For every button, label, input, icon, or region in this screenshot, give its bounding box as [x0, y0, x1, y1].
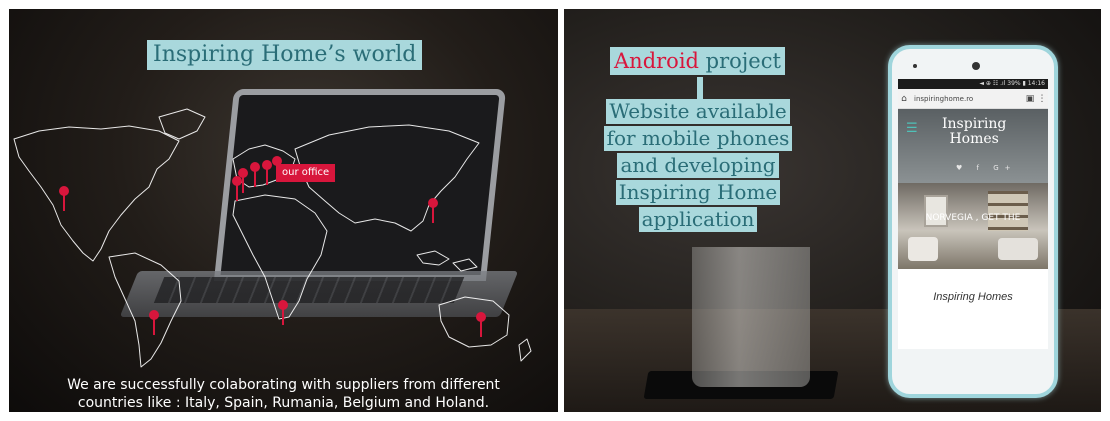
map-pin-europe-3: [250, 162, 260, 187]
north-america-outline: [13, 125, 180, 262]
home-icon[interactable]: ⌂: [898, 94, 910, 104]
hamburger-menu-icon[interactable]: ☰: [906, 121, 918, 136]
phone-screen: ◄ ⊕ ☷ .ıl 39% ▮ 14:16 ⌂ inspiringhome.ro…: [898, 79, 1048, 349]
room-chair: [908, 237, 938, 261]
south-america-outline: [108, 252, 182, 368]
tabs-icon[interactable]: ▣: [1024, 94, 1036, 104]
status-bar: ◄ ⊕ ☷ .ıl 39% ▮ 14:16: [898, 79, 1048, 89]
description-line-5: application: [638, 207, 758, 232]
logo-line-2: Homes: [949, 131, 999, 147]
caption-line-2: countries like : Italy, Spain, Rumania, …: [77, 395, 490, 411]
world-title: Inspiring Home’s world: [147, 40, 423, 70]
front-camera: [972, 62, 980, 70]
site-header: ☰ Inspiring Homes ♥ f G+: [898, 109, 1048, 183]
menu-dots-icon[interactable]: ⋮: [1036, 94, 1048, 104]
logo-line-1: Inspiring: [942, 116, 1007, 132]
map-pin-europe-2: [238, 168, 248, 193]
map-pin-asia: [428, 198, 438, 223]
browser-url-bar[interactable]: ⌂ inspiringhome.ro ▣ ⋮: [898, 89, 1048, 109]
islands-outline: [416, 250, 478, 272]
hero-text: NORVEGIA , GET THE: [925, 213, 1021, 223]
android-project-title: Android project: [610, 47, 785, 75]
sensor-dot: [913, 64, 917, 68]
map-pin-australia: [476, 312, 486, 337]
new-zealand-outline: [518, 338, 532, 362]
description-line-4: Inspiring Home: [615, 180, 781, 205]
android-word: Android: [614, 49, 699, 73]
australia-outline: [438, 296, 510, 348]
hero-banner[interactable]: NORVEGIA , GET THE: [898, 183, 1048, 269]
site-logo[interactable]: Inspiring Homes: [942, 117, 1006, 147]
phone-mockup: ◄ ⊕ ☷ .ıl 39% ▮ 14:16 ⌂ inspiringhome.ro…: [888, 45, 1058, 398]
world-panel: our office Inspiring Home’s world We are…: [9, 9, 558, 412]
coffee-cup: [692, 247, 810, 387]
caption-line-1: We are successfully colaborating with su…: [67, 377, 500, 393]
room-sofa: [998, 238, 1038, 260]
title-connector: [697, 77, 703, 99]
description-line-2: for mobile phones: [603, 126, 793, 151]
android-panel: Android project Website available for mo…: [564, 9, 1101, 412]
project-word: project: [698, 49, 781, 73]
url-text[interactable]: inspiringhome.ro: [910, 95, 1024, 103]
footer-brand: Inspiring Homes: [933, 291, 1013, 303]
map-pin-north-america: [59, 186, 69, 211]
suppliers-caption: We are successfully colaborating with su…: [9, 376, 558, 412]
description-line-3: and developing: [617, 153, 779, 178]
project-description: Website available for mobile phones and …: [598, 98, 798, 233]
map-pin-africa: [278, 300, 288, 325]
office-badge: our office: [276, 164, 336, 182]
description-line-1: Website available: [606, 99, 790, 124]
social-links[interactable]: ♥ f G+: [956, 164, 1016, 172]
map-pin-south-america: [149, 310, 159, 335]
room-shelf: [988, 191, 1028, 231]
